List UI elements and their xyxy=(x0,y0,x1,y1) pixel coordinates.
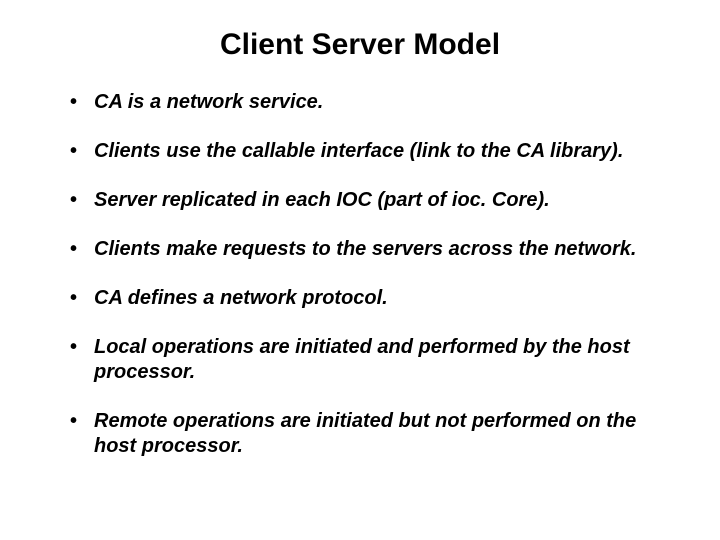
list-item: CA is a network service. xyxy=(60,90,660,115)
list-item: Clients make requests to the servers acr… xyxy=(60,237,660,262)
slide: Client Server Model CA is a network serv… xyxy=(0,0,720,540)
list-item: Local operations are initiated and perfo… xyxy=(60,335,660,385)
list-item: Server replicated in each IOC (part of i… xyxy=(60,188,660,213)
list-item: Remote operations are initiated but not … xyxy=(60,409,660,459)
slide-title: Client Server Model xyxy=(60,28,660,62)
list-item: Clients use the callable interface (link… xyxy=(60,139,660,164)
bullet-list: CA is a network service. Clients use the… xyxy=(60,90,660,459)
list-item: CA defines a network protocol. xyxy=(60,286,660,311)
